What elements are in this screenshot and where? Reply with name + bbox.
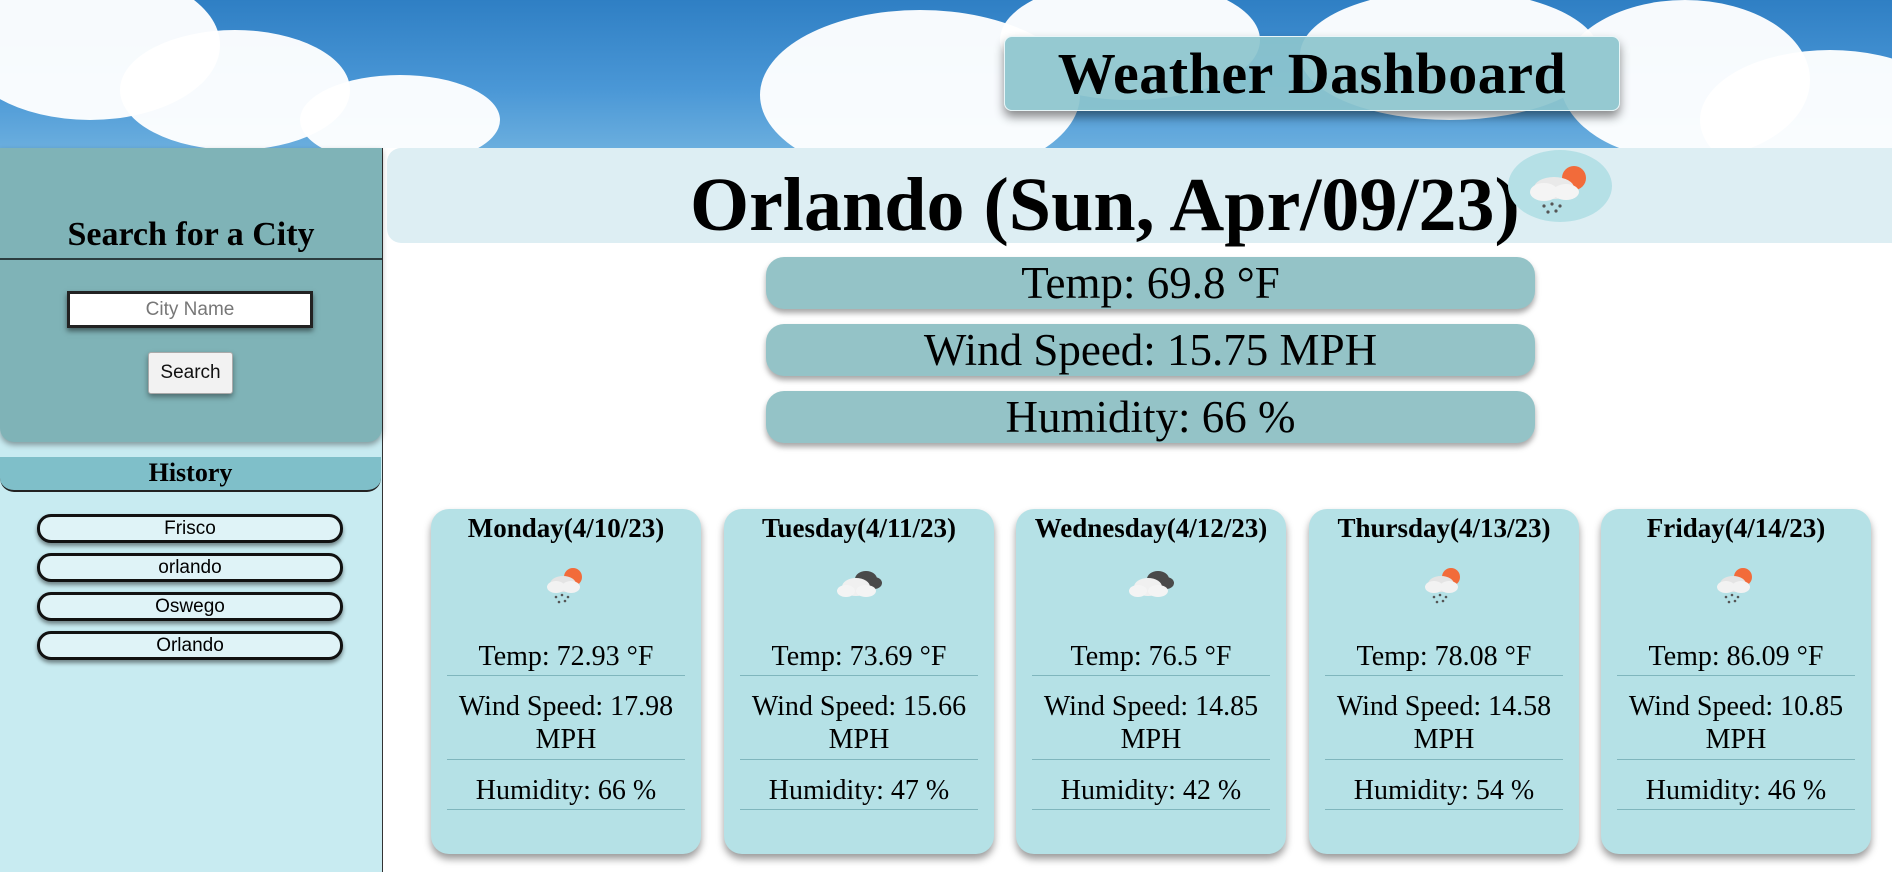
forecast-day: Monday(4/10/23): [467, 513, 665, 543]
search-button[interactable]: Search: [148, 352, 233, 394]
forecast-day: Tuesday(4/11/23): [761, 513, 957, 543]
forecast-divider: [740, 809, 978, 810]
forecast-card: Friday(4/14/23) Temp: 86.09 °F Wind Speed:…: [1601, 509, 1871, 854]
forecast-divider: [1325, 759, 1563, 760]
forecast-divider: [1617, 675, 1855, 676]
search-heading: Search for a City: [67, 216, 315, 253]
forecast-divider: [740, 675, 978, 676]
forecast-divider: [1325, 675, 1563, 676]
history-heading: History: [0, 457, 381, 492]
forecast-temp: Temp: 78.08 °F: [1356, 641, 1532, 672]
current-city-title: Orlando (Sun, Apr/09/23): [690, 163, 1520, 247]
history-item-frisco[interactable]: Frisco: [37, 514, 343, 543]
forecast-card: Thursday(4/13/23) Temp: 78.08 °F Wind Spee…: [1309, 509, 1579, 854]
forecast-humidity: Humidity: 66 %: [475, 775, 657, 806]
forecast-wind-speed: Wind Speed: 17.98 MPH: [458, 691, 674, 755]
rain-sun-icon: [1717, 568, 1752, 604]
forecast-divider: [1032, 759, 1270, 760]
forecast-temp: Temp: 73.69 °F: [771, 641, 947, 672]
current-weather-icon-badge: [1508, 150, 1612, 222]
forecast-card: Monday(4/10/23) Temp: 72.93 °F Wind Speed:…: [431, 509, 701, 854]
forecast-card: Tuesday(4/11/23) Temp: 73.69 °F Wind Speed…: [724, 509, 994, 854]
forecast-humidity: Humidity: 47 %: [768, 775, 950, 806]
search-panel: Search for a City Search: [0, 148, 382, 442]
history-item-orlando-lower[interactable]: orlando: [37, 553, 343, 582]
cloudy-icon: [837, 571, 882, 597]
header-banner: Weather Dashboard: [0, 0, 1892, 148]
forecast-divider: [740, 759, 978, 760]
forecast-temp: Temp: 72.93 °F: [478, 641, 654, 672]
history-list: Frisco orlando Oswego Orlando: [37, 514, 343, 670]
forecast-day: Thursday(4/13/23): [1337, 513, 1551, 543]
current-wind-speed: Wind Speed: 15.75 MPH: [766, 324, 1535, 376]
sidebar: Search for a City Search History Frisco …: [0, 148, 383, 872]
forecast-card: Wednesday(4/12/23) Temp: 76.5 °F Wind Spee…: [1016, 509, 1286, 854]
search-divider: [0, 258, 382, 260]
forecast-wind-speed: Wind Speed: 14.58 MPH: [1336, 691, 1552, 755]
forecast-humidity: Humidity: 54 %: [1353, 775, 1535, 806]
forecast-day: Friday(4/14/23): [1646, 513, 1826, 543]
forecast-divider: [447, 759, 685, 760]
forecast-humidity: Humidity: 46 %: [1645, 775, 1827, 806]
forecast-divider: [1032, 675, 1270, 676]
history-item-oswego[interactable]: Oswego: [37, 592, 343, 621]
forecast-wind-speed: Wind Speed: 10.85 MPH: [1628, 691, 1844, 755]
forecast-divider: [447, 675, 685, 676]
current-temp: Temp: 69.8 °F: [766, 257, 1535, 309]
forecast-temp: Temp: 76.5 °F: [1070, 641, 1232, 672]
title-box: Weather Dashboard: [1004, 36, 1620, 111]
forecast-humidity: Humidity: 42 %: [1060, 775, 1242, 806]
rain-sun-icon: [547, 568, 582, 604]
rain-sun-icon: [1530, 166, 1586, 214]
history-item-orlando[interactable]: Orlando: [37, 631, 343, 660]
forecast-day: Wednesday(4/12/23): [1034, 513, 1268, 543]
cloudy-icon: [1129, 571, 1174, 597]
forecast-divider: [447, 809, 685, 810]
forecast-wind-speed: Wind Speed: 14.85 MPH: [1043, 691, 1259, 755]
forecast-divider: [1617, 759, 1855, 760]
forecast-divider: [1325, 809, 1563, 810]
forecast-divider: [1032, 809, 1270, 810]
forecast-divider: [1617, 809, 1855, 810]
rain-sun-icon: [1425, 568, 1460, 604]
city-name-input[interactable]: [67, 291, 313, 328]
current-humidity: Humidity: 66 %: [766, 391, 1535, 443]
page-title: Weather Dashboard: [1057, 41, 1567, 106]
forecast-wind-speed: Wind Speed: 15.66 MPH: [751, 691, 967, 755]
forecast-temp: Temp: 86.09 °F: [1648, 641, 1824, 672]
